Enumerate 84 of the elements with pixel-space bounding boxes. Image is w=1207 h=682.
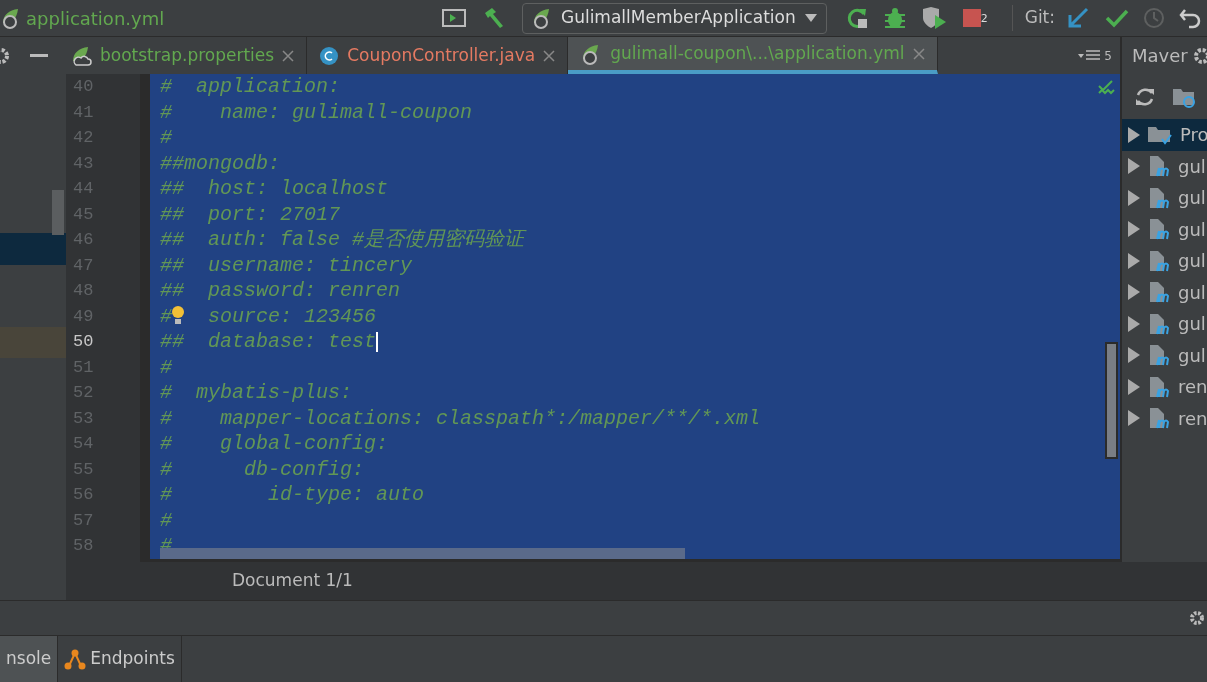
code-text: # (160, 126, 172, 149)
maven-module-icon (1148, 280, 1170, 305)
tree-item[interactable]: gul (1122, 182, 1207, 214)
bug-icon[interactable] (882, 6, 907, 30)
caret-icon (803, 13, 818, 23)
file-title: application.yml (26, 6, 165, 31)
stop-count: 2 (980, 10, 988, 27)
undo-icon[interactable] (1179, 7, 1201, 29)
expand-icon (1128, 378, 1140, 395)
expand-icon (1128, 252, 1140, 269)
maven-module-icon (1148, 374, 1170, 399)
list-icon (1078, 49, 1101, 62)
close-icon[interactable] (912, 47, 925, 60)
selected-row (0, 233, 66, 265)
current-row (0, 327, 66, 358)
shield-play-icon[interactable] (920, 6, 947, 30)
git-label: Git: (1011, 5, 1055, 31)
class-icon (319, 45, 340, 66)
expand-icon (1128, 284, 1140, 301)
tool-window-tab[interactable]: nsole (0, 636, 59, 682)
code-text: ## port: 27017 (160, 202, 341, 226)
tree-item[interactable]: Pro (1122, 119, 1207, 151)
tree-item[interactable]: ren (1122, 402, 1207, 434)
code-text: # db-config: (160, 457, 365, 481)
code-text: # id-type: auto (160, 483, 425, 506)
code-text: # (160, 304, 172, 328)
tool-window-tab[interactable]: Endpoints (58, 636, 182, 682)
stop-icon (962, 9, 981, 27)
code-text: ## username: tincery (160, 253, 413, 277)
code-text: # global-config: (160, 432, 389, 455)
code-text: ## database: test (160, 330, 377, 353)
check-icon[interactable] (1105, 8, 1129, 28)
code-text: ## auth: false #是否使用密码验证 (160, 228, 525, 251)
maven-module-icon (1148, 248, 1170, 273)
expand-icon (1128, 410, 1140, 427)
status-text: Document 1/1 (232, 569, 353, 593)
line-number: 50 (72, 331, 95, 353)
maven-module-icon (1148, 154, 1170, 179)
tree-item[interactable]: gul (1122, 150, 1207, 182)
vertical-scrollbar[interactable] (1105, 342, 1118, 459)
tree-item[interactable]: gul (1122, 245, 1207, 277)
code-text: ## password: renren (160, 279, 401, 302)
panel-title: Maver (1132, 44, 1188, 68)
expand-icon (1128, 158, 1140, 175)
code-text: ##mongodb: (160, 151, 281, 175)
maven-module-icon (1148, 343, 1170, 368)
endpoints-icon (64, 648, 87, 670)
code-text: # (160, 508, 172, 532)
horizontal-scrollbar[interactable] (160, 548, 685, 559)
expand-icon (1128, 315, 1140, 332)
check-icon (1098, 80, 1116, 96)
refresh-icon[interactable] (1134, 85, 1156, 108)
expand-icon (1128, 126, 1140, 143)
tree-item[interactable]: gul (1122, 308, 1207, 340)
code-text: # (160, 355, 172, 379)
tree-item[interactable]: gul (1122, 339, 1207, 371)
code-text: source: 123456 (207, 304, 377, 328)
settings-icon[interactable] (1193, 46, 1207, 65)
maven-module-icon (1148, 185, 1170, 210)
minimize-icon[interactable] (30, 53, 48, 58)
close-icon[interactable] (282, 49, 295, 62)
tree-item[interactable]: gul (1122, 276, 1207, 308)
settings-icon[interactable] (1189, 610, 1205, 626)
code-text: # name: gulimall-coupon (160, 100, 473, 124)
maven-module-icon (1148, 406, 1170, 431)
scrollbar (52, 190, 64, 235)
expand-icon (1128, 347, 1140, 364)
expand-icon (1128, 221, 1140, 238)
maven-module-icon (1148, 311, 1170, 336)
code-text: # application: (160, 75, 341, 98)
terminal-icon[interactable] (441, 8, 466, 28)
tab-list-button[interactable]: 5 (1078, 37, 1112, 74)
code-text: # mybatis-plus: (160, 381, 353, 404)
code-text: # mapper-locations: classpath*:/mapper/**/*.xml (160, 406, 761, 430)
stop-button[interactable]: 2 (962, 9, 988, 27)
expand-icon (1128, 189, 1140, 206)
tree-item[interactable]: gul (1122, 213, 1207, 245)
run-config-dropdown[interactable]: GulimallMemberApplication (521, 2, 827, 34)
tree-item[interactable]: ren (1122, 371, 1207, 403)
update-icon[interactable] (1067, 7, 1089, 29)
code-text: ## host: localhost (160, 177, 389, 200)
spring-cloud-icon (70, 44, 92, 67)
close-icon[interactable] (543, 49, 556, 62)
maven-module-icon (1148, 217, 1170, 242)
